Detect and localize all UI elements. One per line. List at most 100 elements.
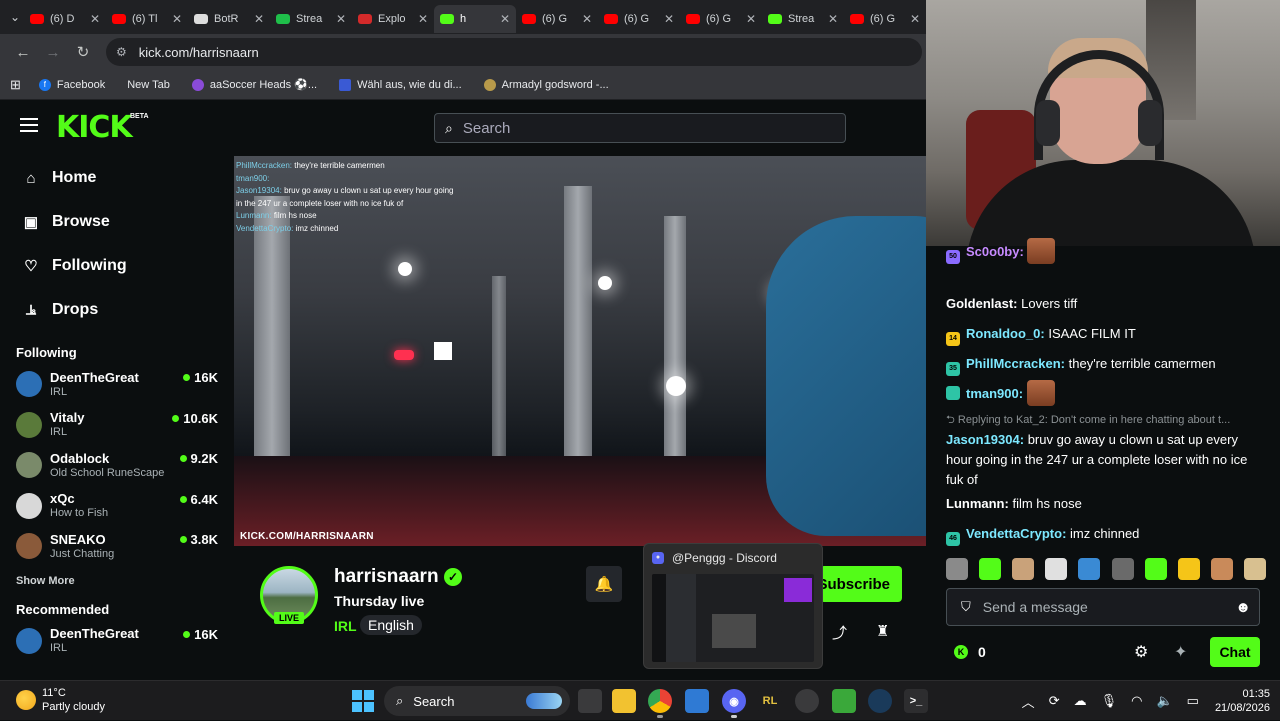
tray-sync-icon[interactable]: ⟳: [1049, 693, 1060, 709]
nav-following[interactable]: ♡ Following: [0, 244, 232, 288]
apps-grid-icon[interactable]: ⊞: [10, 77, 21, 93]
tab-close-icon[interactable]: ✕: [582, 12, 592, 26]
browser-tab[interactable]: (6) G ✕: [516, 5, 598, 33]
quick-emote-icon[interactable]: [1144, 558, 1167, 580]
browser-tab[interactable]: Explo ✕: [352, 5, 434, 33]
chat-message[interactable]: 35 PhillMccracken: they're terrible camer…: [946, 354, 1266, 376]
chat-username[interactable]: PhillMccracken:: [966, 356, 1065, 371]
chat-rewards-icon[interactable]: ✦: [1174, 642, 1187, 662]
tab-close-icon[interactable]: ✕: [828, 12, 838, 26]
site-info-icon[interactable]: ⚙: [116, 45, 127, 59]
chat-username[interactable]: Goldenlast:: [946, 296, 1018, 311]
notification-bell-button[interactable]: 🔔: [586, 566, 622, 602]
tray-volume-icon[interactable]: 🔈: [1156, 693, 1172, 709]
chat-message[interactable]: tman900:: [946, 380, 1266, 406]
back-arrow-icon[interactable]: ←: [8, 44, 38, 61]
tray-cloud-icon[interactable]: ☁: [1074, 693, 1087, 709]
chat-message[interactable]: 46 VendettaCrypto: imz chinned: [946, 524, 1266, 546]
bookmark-waehl-aus[interactable]: Wähl aus, wie du di...: [339, 78, 462, 91]
reload-icon[interactable]: ↻: [68, 43, 98, 61]
bookmark-armadyl[interactable]: Armadyl godsword -...: [483, 78, 609, 91]
sidebar-channel[interactable]: SNEAKO Just Chatting 3.8K: [0, 526, 232, 567]
chat-message[interactable]: Lunmann: film hs nose: [946, 494, 1266, 514]
kick-logo[interactable]: KICK: [56, 110, 133, 145]
tab-close-icon[interactable]: ✕: [90, 12, 100, 26]
tab-close-icon[interactable]: ✕: [500, 12, 510, 26]
chat-input[interactable]: ⛉ Send a message ☻: [946, 588, 1260, 626]
nav-browse[interactable]: ▣ Browse: [0, 200, 232, 244]
taskbar-search[interactable]: ⌕ Search: [384, 686, 570, 716]
stream-category[interactable]: IRL: [334, 618, 357, 634]
quick-emote-icon[interactable]: [1243, 558, 1266, 580]
browser-tab[interactable]: BotR ✕: [188, 5, 270, 33]
windows-start-icon[interactable]: [352, 690, 374, 712]
chat-message[interactable]: ⮌ Replying to Kat_2: Don't come in here …: [946, 410, 1266, 490]
stream-language-tag[interactable]: English: [360, 615, 422, 635]
browser-tab[interactable]: Strea ✕: [270, 5, 352, 33]
bookmark-soccer-heads[interactable]: aaSoccer Heads ⚽...: [191, 78, 317, 91]
tab-close-icon[interactable]: ✕: [254, 12, 264, 26]
tray-overflow-chevron-icon[interactable]: ︿: [1022, 692, 1035, 711]
browser-tab[interactable]: (6) G ✕: [844, 5, 926, 33]
sidebar-channel[interactable]: DeenTheGreat IRL 16K: [0, 621, 232, 662]
show-more-button[interactable]: Show More: [0, 567, 232, 595]
runelite-icon[interactable]: RL: [758, 689, 782, 713]
chat-send-button[interactable]: Chat: [1210, 637, 1260, 667]
chrome-icon[interactable]: [648, 689, 672, 713]
chat-message[interactable]: Goldenlast: Lovers tiff: [946, 294, 1266, 314]
chat-username[interactable]: Jason19304:: [946, 432, 1024, 447]
forward-arrow-icon[interactable]: →: [38, 44, 68, 61]
steam-alt-icon[interactable]: [795, 689, 819, 713]
tray-wifi-icon[interactable]: ◠: [1131, 693, 1142, 709]
reply-context[interactable]: ⮌ Replying to Kat_2: Don't come in here …: [946, 410, 1266, 430]
minecraft-icon[interactable]: [832, 689, 856, 713]
browser-tab[interactable]: (6) G ✕: [680, 5, 762, 33]
tab-search-chevron-icon[interactable]: ⌄: [6, 10, 24, 24]
address-bar[interactable]: ⚙ kick.com/harrisnaarn: [106, 38, 922, 66]
chat-message[interactable]: 14 Ronaldoo_0: ISAAC FILM IT: [946, 324, 1266, 346]
quick-emote-icon[interactable]: [1210, 558, 1233, 580]
bookmark-new-tab[interactable]: New Tab: [127, 79, 170, 91]
terminal-icon[interactable]: >_: [904, 689, 928, 713]
clip-icon[interactable]: ♜: [876, 622, 889, 640]
sidebar-channel[interactable]: Vitaly IRL 10.6K: [0, 405, 232, 446]
tab-close-icon[interactable]: ✕: [664, 12, 674, 26]
chat-username[interactable]: Sc0o0by:: [966, 244, 1024, 259]
video-player[interactable]: PhillMccracken: they're terrible camerme…: [234, 156, 926, 546]
browser-tab[interactable]: h ✕: [434, 5, 516, 33]
quick-emote-icon[interactable]: [1012, 558, 1035, 580]
quick-emote-icon[interactable]: [946, 558, 968, 580]
browser-tab[interactable]: (6) G ✕: [598, 5, 680, 33]
sidebar-channel[interactable]: xQc How to Fish 6.4K: [0, 486, 232, 527]
chat-message[interactable]: 50 Sc0o0by:: [946, 238, 1266, 264]
sidebar-channel[interactable]: Odablock Old School RuneScape 9.2K: [0, 445, 232, 486]
menu-icon[interactable]: [20, 118, 38, 132]
share-icon[interactable]: ⤴: [832, 622, 847, 643]
kick-points[interactable]: K 0: [954, 644, 986, 660]
nav-home[interactable]: ⌂ Home: [0, 156, 232, 200]
quick-emote-icon[interactable]: [979, 558, 1002, 580]
quick-emote-icon[interactable]: [1078, 558, 1101, 580]
nav-drops[interactable]: ⫡ Drops: [0, 288, 232, 332]
tab-close-icon[interactable]: ✕: [172, 12, 182, 26]
streamer-name[interactable]: harrisnaarn: [334, 566, 439, 588]
tab-close-icon[interactable]: ✕: [418, 12, 428, 26]
chat-settings-gear-icon[interactable]: ⚙: [1134, 642, 1148, 662]
quick-emote-icon[interactable]: [1111, 558, 1134, 580]
taskbar-clock[interactable]: 01:35 21/08/2026: [1215, 687, 1270, 715]
browser-tab[interactable]: Strea ✕: [762, 5, 844, 33]
quick-emote-icon[interactable]: [1045, 558, 1068, 580]
weather-widget[interactable]: 11°C Partly cloudy: [16, 686, 105, 714]
subscribe-button[interactable]: Subscribe: [817, 566, 902, 602]
file-explorer-icon[interactable]: [612, 689, 636, 713]
discord-icon[interactable]: ◉: [722, 689, 746, 713]
task-view-icon[interactable]: [578, 689, 602, 713]
photos-icon[interactable]: [685, 689, 709, 713]
discord-window-preview[interactable]: ● @Penggg - Discord: [643, 543, 823, 669]
tray-microphone-icon[interactable]: 🎙: [1101, 693, 1118, 709]
tab-close-icon[interactable]: ✕: [336, 12, 346, 26]
chat-username[interactable]: Lunmann:: [946, 496, 1009, 511]
sidebar-channel[interactable]: DeenTheGreat IRL 16K: [0, 364, 232, 405]
quick-emote-icon[interactable]: [1177, 558, 1200, 580]
chat-username[interactable]: VendettaCrypto:: [966, 526, 1066, 541]
